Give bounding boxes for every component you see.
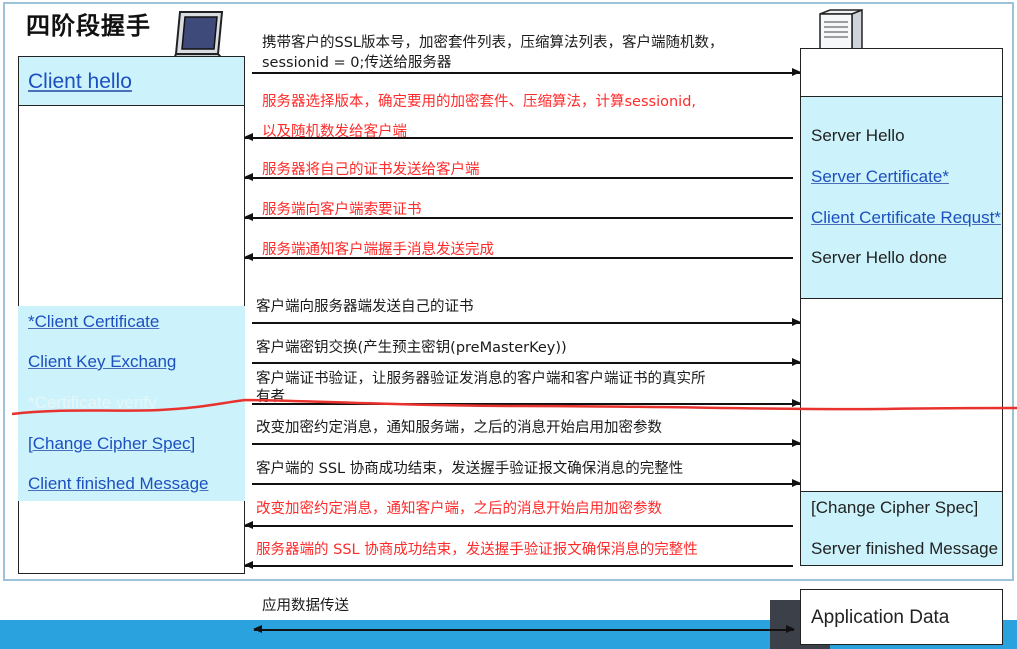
message-change-cipher-client: 改变加密约定消息，通知服务端，之后的消息开始启用加密参数 — [256, 420, 662, 436]
diagram-title: 四阶段握手 — [26, 12, 151, 40]
message-certificate-verify-line1: 客户端证书验证，让服务器验证发消息的客户端和客户端证书的真实所 — [256, 371, 706, 387]
arrow-server-hello-done — [244, 254, 793, 260]
server-hello-done-label: Server Hello done — [811, 248, 948, 267]
client-key-exchange-label: Client Key Exchang — [28, 352, 177, 371]
arrow-client-key-exchange — [252, 359, 801, 365]
change-cipher-spec-server-label: [Change Cipher Spec] — [811, 498, 979, 517]
change-cipher-spec-client-label: [Change Cipher Spec] — [28, 434, 196, 453]
client-finished-label: Client finished Message — [28, 474, 209, 493]
client-certificate-label: *Client Certificate — [28, 312, 160, 331]
arrow-application-data — [253, 626, 795, 632]
arrow-server-certificate — [244, 174, 793, 180]
message-client-finished: 客户端的 SSL 协商成功结束，发送握手验证报文确保消息的完整性 — [256, 461, 684, 477]
arrow-change-cipher-server — [244, 522, 793, 528]
arrow-server-finished — [244, 562, 793, 568]
arrow-change-cipher-client — [252, 440, 801, 446]
arrow-certificate-request — [244, 214, 793, 220]
client-hello-label: Client hello — [28, 70, 132, 93]
server-certificate-label: Server Certificate* — [811, 167, 949, 186]
arrow-client-hello — [252, 69, 801, 75]
message-client-key-exchange: 客户端密钥交换(产生预主密钥(preMasterKey)) — [256, 340, 567, 356]
arrow-server-hello — [244, 134, 793, 140]
client-certificate-request-label: Client Certificate Requst* — [811, 208, 1001, 227]
server-finished-label: Server finished Message — [811, 539, 999, 558]
message-server-hello-line1: 服务器选择版本，确定要用的加密套件、压缩算法，计算sessionid, — [262, 94, 697, 110]
message-server-finished: 服务器端的 SSL 协商成功结束，发送握手验证报文确保消息的完整性 — [256, 542, 698, 558]
message-application-data: 应用数据传送 — [262, 598, 349, 614]
message-client-hello-line2: sessionid = 0;传送给服务器 — [262, 55, 452, 71]
message-server-hello-line2: 以及随机数发给客户端 — [262, 124, 407, 140]
message-change-cipher-server: 改变加密约定消息，通知客户端，之后的消息开始启用加密参数 — [256, 501, 662, 517]
application-data-label: Application Data — [811, 607, 950, 628]
message-client-certificate: 客户端向服务器端发送自己的证书 — [256, 299, 474, 315]
server-hello-label: Server Hello — [811, 126, 905, 145]
arrow-client-certificate — [252, 319, 801, 325]
message-client-hello-line1: 携带客户的SSL版本号，加密套件列表，压缩算法列表，客户端随机数， — [262, 35, 724, 51]
arrow-client-finished — [252, 480, 801, 486]
